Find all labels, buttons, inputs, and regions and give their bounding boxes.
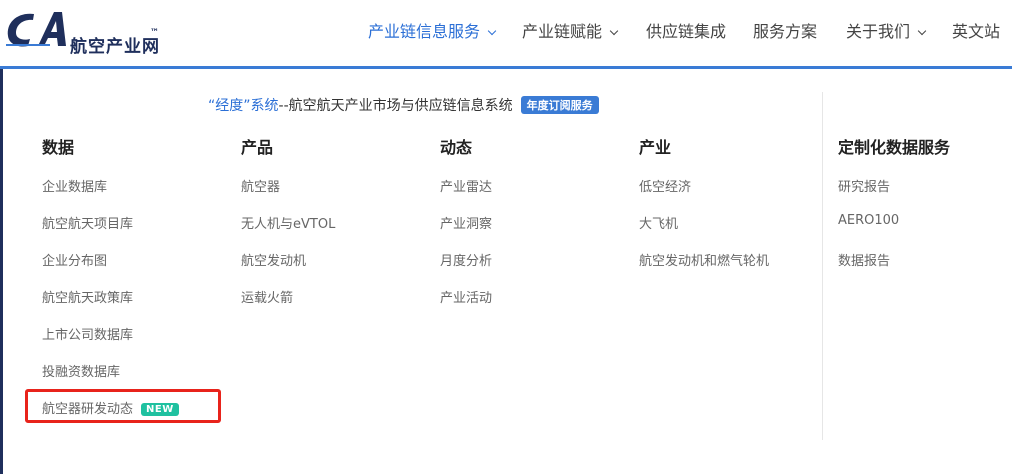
- header-underline: [0, 66, 1012, 69]
- nav-about-us[interactable]: 关于我们: [846, 18, 927, 42]
- menu-item-monthly-analysis[interactable]: 月度分析: [440, 250, 492, 269]
- menu-item-company-db[interactable]: 企业数据库: [42, 176, 107, 195]
- menu-item-research-report[interactable]: 研究报告: [838, 176, 890, 195]
- logo-name: 航空产业网: [70, 37, 160, 57]
- menu-item-policy-db[interactable]: 航空航天政策库: [42, 287, 133, 306]
- subscription-badge: 年度订阅服务: [520, 96, 599, 114]
- menu-item-uav-evtol[interactable]: 无人机与eVTOL: [241, 213, 335, 232]
- nav-service-plans[interactable]: 服务方案: [753, 18, 817, 42]
- system-name: “经度”系统: [208, 98, 279, 114]
- nav-label: 关于我们: [846, 22, 911, 41]
- column-title-custom-data: 定制化数据服务: [838, 138, 951, 157]
- menu-item-engines-turbines[interactable]: 航空发动机和燃气轮机: [639, 250, 769, 269]
- menu-item-aero100[interactable]: AERO100: [838, 213, 899, 228]
- nav-label: 产业链赋能: [522, 22, 603, 41]
- column-title-products: 产品: [241, 138, 274, 157]
- menu-item-investment-db[interactable]: 投融资数据库: [42, 361, 120, 380]
- ca-logo-mark-icon: [6, 12, 66, 47]
- menu-item-industry-radar[interactable]: 产业雷达: [440, 176, 492, 195]
- menu-item-large-aircraft[interactable]: 大飞机: [639, 213, 678, 232]
- nav-industry-chain-info[interactable]: 产业链信息服务: [368, 18, 497, 42]
- menu-item-aero-engine[interactable]: 航空发动机: [241, 250, 306, 269]
- chevron-down-icon: [609, 26, 619, 36]
- menu-item-data-report[interactable]: 数据报告: [838, 250, 890, 269]
- menu-item-industry-events[interactable]: 产业活动: [440, 287, 492, 306]
- chevron-down-icon: [487, 26, 497, 36]
- panel-edge: [0, 69, 3, 474]
- panel-divider: [822, 92, 823, 440]
- nav-label: 产业链信息服务: [368, 22, 481, 41]
- nav-industry-chain-enable[interactable]: 产业链赋能: [522, 18, 619, 42]
- column-title-industry: 产业: [639, 138, 672, 157]
- chevron-down-icon: [917, 26, 927, 36]
- column-title-data: 数据: [42, 138, 75, 157]
- menu-item-launch-vehicle[interactable]: 运载火箭: [241, 287, 293, 306]
- highlight-box: [25, 389, 221, 423]
- menu-item-low-altitude-economy[interactable]: 低空经济: [639, 176, 691, 195]
- column-title-dynamics: 动态: [440, 138, 473, 157]
- menu-item-listed-company-db[interactable]: 上市公司数据库: [42, 324, 133, 343]
- site-logo[interactable]: 航空产业网 ™: [4, 8, 174, 57]
- site-header: 航空产业网 ™ 产业链信息服务 产业链赋能 供应链集成 服务方案 关于我们 英文…: [0, 0, 1012, 66]
- nav-label: 服务方案: [753, 22, 818, 41]
- nav-label: 英文站: [952, 22, 1001, 41]
- nav-label: 供应链集成: [646, 22, 727, 41]
- trademark-symbol: ™: [150, 28, 159, 38]
- menu-item-aircraft[interactable]: 航空器: [241, 176, 280, 195]
- nav-english-site[interactable]: 英文站: [952, 18, 1000, 42]
- nav-supply-chain[interactable]: 供应链集成: [646, 18, 726, 42]
- menu-item-project-db[interactable]: 航空航天项目库: [42, 213, 133, 232]
- menu-item-company-map[interactable]: 企业分布图: [42, 250, 107, 269]
- menu-item-industry-insight[interactable]: 产业洞察: [440, 213, 492, 232]
- system-title[interactable]: “经度”系统--航空航天产业市场与供应链信息系统 年度订阅服务: [208, 95, 599, 115]
- system-description: --航空航天产业市场与供应链信息系统: [278, 98, 513, 114]
